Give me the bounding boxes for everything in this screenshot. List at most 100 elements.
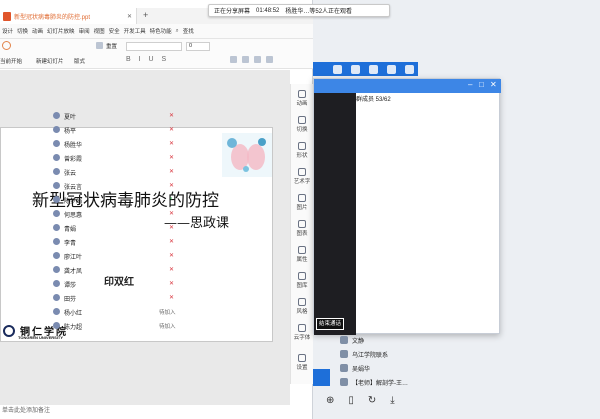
chat-item[interactable]: 乌江学院联系: [340, 348, 420, 361]
page-view-icon[interactable]: ▯: [348, 395, 354, 406]
side-tool-gallery[interactable]: 图库: [291, 272, 313, 289]
member-row[interactable]: 夏叶 ✕: [52, 110, 182, 123]
member-row[interactable]: 张云 ✕: [52, 166, 182, 179]
screen-share-banner: 正在分享屏幕 01:48:52 杨胜华…等52人正在观看: [208, 4, 390, 17]
chart-icon: [298, 220, 306, 228]
member-row[interactable]: 李青 ✕: [52, 236, 182, 249]
properties-icon: [298, 246, 306, 254]
avatar: [340, 350, 348, 358]
columns-icon[interactable]: [266, 56, 273, 63]
reset-button[interactable]: 重置: [106, 42, 117, 50]
toolbar-icon[interactable]: [387, 65, 396, 74]
maximize-icon[interactable]: □: [479, 80, 484, 89]
side-tool-properties[interactable]: 属性: [291, 246, 313, 263]
shape-icon: [298, 142, 306, 150]
transition-icon: [298, 116, 306, 124]
play-icon[interactable]: [2, 41, 11, 50]
menu-bar: 设计 切换 动画 幻灯片放映 审阅 视图 安全 开发工具 特色功能 ⌕ 查找: [0, 24, 313, 39]
toolbar-icon[interactable]: [333, 65, 342, 74]
new-slide-button[interactable]: 新建幻灯片: [36, 57, 64, 65]
text-format-icons[interactable]: B I U S: [126, 56, 169, 63]
member-row[interactable]: 田芬 ✕: [52, 292, 182, 305]
member-row[interactable]: 廖江叶 ✕: [52, 250, 182, 263]
chat-item[interactable]: 【老师】解剖学-王…: [340, 376, 420, 389]
zoom-in-icon[interactable]: ⊕: [326, 395, 334, 406]
layout-button[interactable]: 版式: [74, 57, 85, 65]
avatar: [53, 266, 60, 273]
cloud-font-icon: [298, 324, 306, 332]
member-row[interactable]: 谭莎 ✕: [52, 278, 182, 291]
list-icon[interactable]: [242, 56, 249, 63]
menu-design[interactable]: 设计: [0, 27, 15, 35]
member-row[interactable]: 曾彩霞 ✕: [52, 152, 182, 165]
avatar: [53, 182, 60, 189]
minimize-icon[interactable]: –: [468, 80, 472, 89]
member-row[interactable]: 张云言 ✕: [52, 180, 182, 193]
dropdown-button[interactable]: [313, 369, 330, 386]
bottom-toolbar: ⊕ ▯ ↻ ⤓: [320, 392, 420, 408]
mic-muted-icon: ✕: [169, 127, 175, 133]
menu-security[interactable]: 安全: [107, 27, 122, 35]
member-status: 待加入: [159, 310, 176, 316]
font-name-box[interactable]: [126, 42, 182, 51]
menu-developer[interactable]: 开发工具: [122, 27, 148, 35]
menu-slideshow[interactable]: 幻灯片放映: [45, 27, 77, 35]
member-row[interactable]: 青娟 ✕: [52, 222, 182, 235]
rotate-icon[interactable]: ↻: [368, 395, 376, 406]
document-tab[interactable]: 新型冠状病毒肺炎的防控.ppt ✕: [0, 8, 137, 24]
side-tool-cloud-font[interactable]: 云字体: [291, 324, 313, 341]
side-tool-shape[interactable]: 形状: [291, 142, 313, 159]
indent-icon[interactable]: [254, 56, 261, 63]
toolbar-icon[interactable]: [369, 65, 378, 74]
menu-animation[interactable]: 动画: [30, 27, 45, 35]
search-icon[interactable]: ⌕: [174, 28, 181, 35]
menu-search[interactable]: 查找: [181, 27, 196, 35]
menu-review[interactable]: 审阅: [77, 27, 92, 35]
new-tab-icon[interactable]: +: [143, 10, 148, 20]
start-label[interactable]: 当前开始: [0, 57, 22, 65]
member-row[interactable]: 杨平 ✕: [52, 124, 182, 137]
toolbar-icon[interactable]: [351, 65, 360, 74]
notes-field[interactable]: 单击此处添加备注: [0, 405, 290, 419]
avatar: [53, 252, 60, 259]
avatar: [340, 364, 348, 372]
mic-muted-icon: ✕: [169, 253, 175, 259]
end-call-button[interactable]: 结束通话: [316, 318, 344, 330]
menu-transition[interactable]: 切换: [15, 27, 30, 35]
side-tool-style[interactable]: 风格: [291, 298, 313, 315]
reset-icon[interactable]: [96, 42, 103, 49]
logo-english-name: TONGREN UNIVERSITY: [18, 335, 64, 340]
mic-muted-icon: ✕: [169, 267, 175, 273]
chat-item[interactable]: 文静: [340, 334, 420, 347]
member-status: 待加入: [159, 324, 176, 330]
side-tool-settings[interactable]: 设置: [291, 354, 313, 371]
menu-features[interactable]: 特色功能: [148, 27, 174, 35]
mic-muted-icon: ✕: [169, 211, 175, 217]
side-tool-panel: 动画 切换 形状 艺术字 图片 图表 属性 图库 风格 云字体 设置: [290, 84, 313, 384]
download-icon[interactable]: ⤓: [390, 395, 394, 406]
font-size-box[interactable]: 0: [186, 42, 210, 51]
member-row[interactable]: 何思惠 ✕: [52, 208, 182, 221]
share-viewers[interactable]: 杨胜华…等52人正在观看: [285, 6, 352, 15]
menu-view[interactable]: 视图: [92, 27, 107, 35]
avatar: [53, 238, 60, 245]
side-tool-chart[interactable]: 图表: [291, 220, 313, 237]
side-tool-wordart[interactable]: 艺术字: [291, 168, 313, 185]
member-row[interactable]: 龚才凤 ✕: [52, 264, 182, 277]
member-row[interactable]: 杨小红 待加入: [52, 306, 182, 319]
avatar: [53, 140, 60, 147]
side-tool-animation[interactable]: 动画: [291, 90, 313, 107]
side-tool-transition[interactable]: 切换: [291, 116, 313, 133]
member-row[interactable]: 陈力超 待加入: [52, 320, 182, 333]
side-tool-picture[interactable]: 图片: [291, 194, 313, 211]
align-icon[interactable]: [230, 56, 237, 63]
avatar: [53, 294, 60, 301]
toolbar-icon[interactable]: [405, 65, 414, 74]
mic-muted-icon: ✕: [169, 225, 175, 231]
member-row[interactable]: 陈梦娟 ◖: [52, 194, 182, 207]
chat-item[interactable]: 吴娟华: [340, 362, 420, 375]
close-tab-icon[interactable]: ✕: [127, 13, 132, 20]
mic-muted-icon: ✕: [169, 239, 175, 245]
close-icon[interactable]: ✕: [490, 80, 497, 89]
member-row[interactable]: 杨胜华 ✕: [52, 138, 182, 151]
